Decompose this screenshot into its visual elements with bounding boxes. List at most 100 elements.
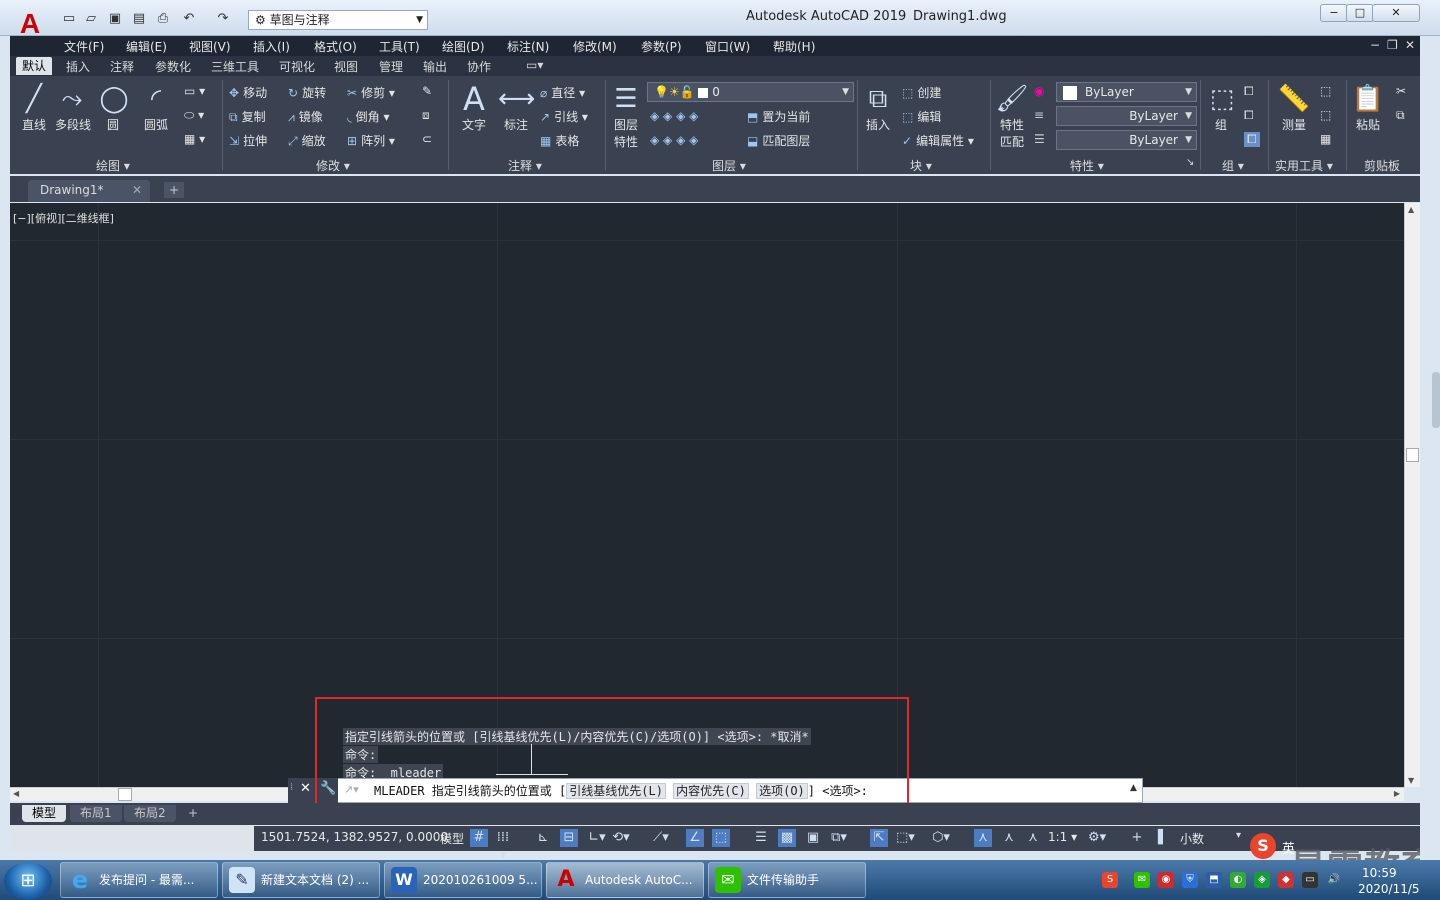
scroll-up-icon[interactable]: ▲ — [1408, 205, 1414, 214]
panel-label-groups[interactable]: 组 ▾ — [1222, 157, 1244, 174]
panel-label-block[interactable]: 块 ▾ — [910, 157, 932, 174]
grid-icon[interactable]: # — [470, 829, 488, 847]
taskbar-item-word[interactable]: W 202010261009 5... — [384, 862, 542, 898]
scroll-right-icon[interactable]: ▶ — [1394, 789, 1400, 798]
erase-icon[interactable]: ✎ — [422, 84, 432, 98]
tab-model[interactable]: 模型 — [22, 805, 67, 822]
annotation-visibility-icon[interactable]: ⋏ — [974, 829, 992, 847]
menu-edit[interactable]: 编辑(E) — [126, 38, 167, 55]
menu-dimension[interactable]: 标注(N) — [507, 38, 549, 55]
linetype-dropdown[interactable]: ByLayer ▼ — [1056, 106, 1197, 126]
security-tray-icon[interactable]: ⛨ — [1182, 872, 1198, 888]
leader-button[interactable]: ↗ 引线 ▾ — [540, 108, 588, 125]
array-button[interactable]: ⊞ 阵列 ▾ — [347, 132, 395, 149]
scroll-down-icon[interactable]: ▼ — [1408, 776, 1414, 785]
snap-icon[interactable]: ⁞⁞⁞▾ — [494, 829, 512, 863]
lineweight-dropdown[interactable]: ByLayer ▼ — [1056, 130, 1197, 150]
menu-insert[interactable]: 插入(I) — [253, 38, 290, 55]
cut-icon[interactable]: ✂ — [1396, 84, 1406, 98]
edit-attributes-button[interactable]: ✓ 编辑属性 ▾ — [902, 132, 974, 149]
layer-tools-row1-icons[interactable]: ◈ ◈ ◈ ◈ — [650, 109, 698, 123]
select-all-icon[interactable]: ⬚ — [1320, 108, 1331, 122]
tab-layout1[interactable]: 布局1 — [70, 805, 122, 822]
text-button[interactable]: A 文字 — [456, 82, 492, 133]
selection-cycling-icon[interactable]: ▣ — [804, 829, 822, 847]
model-space-toggle[interactable]: 模型 — [440, 830, 464, 847]
panel-label-clipboard[interactable]: 剪贴板 — [1364, 157, 1400, 174]
menu-modify[interactable]: 修改(M) — [573, 38, 617, 55]
menu-view[interactable]: 视图(V) — [189, 38, 231, 55]
panel-label-draw[interactable]: 绘图 ▾ — [96, 157, 130, 174]
diameter-button[interactable]: ⌀ 直径 ▾ — [540, 84, 585, 101]
minimize-button[interactable]: − — [1320, 4, 1348, 22]
print-icon[interactable]: ⎙ — [154, 11, 172, 27]
network-drive-tray-icon[interactable]: ⬒ — [1206, 872, 1222, 888]
polyline-button[interactable]: ⤳ 多段线 — [54, 82, 92, 133]
hscroll-thumb[interactable] — [118, 788, 132, 801]
menu-parametric[interactable]: 参数(P) — [641, 38, 682, 55]
taskbar-item-notepad[interactable]: ✎ 新建文本文档 (2) ... — [222, 862, 380, 898]
transparency-icon[interactable]: ▩ — [778, 829, 796, 847]
redo-icon[interactable]: ↷ — [214, 11, 232, 27]
ungroup-icon[interactable]: ⧠ — [1244, 84, 1254, 99]
copy-button[interactable]: ⧉ 复制 — [229, 108, 266, 125]
group-button[interactable]: ⬚ 组 — [1204, 82, 1238, 133]
explode-icon[interactable]: ⊂ — [422, 132, 432, 146]
fillet-button[interactable]: ◟ 倒角 ▾ — [347, 108, 390, 125]
vertical-scrollbar[interactable]: ▲ ▼ — [1404, 203, 1420, 787]
panel-label-properties[interactable]: 特性 ▾ — [1070, 157, 1104, 174]
menu-help[interactable]: 帮助(H) — [773, 38, 815, 55]
tab-visualize[interactable]: 可视化 — [273, 58, 321, 75]
antivirus-tray-icon[interactable]: ◆ — [1278, 872, 1294, 888]
tab-collaborate[interactable]: 协作 — [461, 58, 497, 75]
qq-tray-icon[interactable]: ◐ — [1230, 872, 1246, 888]
clock-time[interactable]: 10:59 — [1362, 866, 1397, 880]
netease-tray-icon[interactable]: ◉ — [1158, 872, 1174, 888]
mirror-button[interactable]: ⩘ 镜像 — [288, 108, 323, 125]
copy-clip-icon[interactable]: ⧉ — [1396, 108, 1405, 123]
rotate-button[interactable]: ↻ 旋转 — [288, 84, 326, 101]
layer-dropdown[interactable]: 💡☀🔓 0 ▼ — [647, 82, 854, 102]
taskbar-item-wechat[interactable]: ✉ 文件传输助手 — [708, 862, 866, 898]
doc-close-icon[interactable]: ✕ — [1405, 38, 1415, 52]
chevron-down-icon[interactable]: ▾ — [1236, 830, 1241, 841]
panel-label-annotation[interactable]: 注释 ▾ — [508, 157, 542, 174]
units-icon[interactable]: ▌ — [1154, 829, 1172, 847]
sogou-tray-icon[interactable]: S — [1102, 872, 1118, 888]
measure-button[interactable]: 📏 测量 — [1276, 82, 1312, 133]
circle-button[interactable]: ◯ 圆 — [96, 82, 130, 133]
doc-restore-icon[interactable]: ❐ — [1387, 38, 1398, 52]
ellipse-icon[interactable]: ⬭ ▾ — [184, 108, 204, 123]
nvidia-tray-icon[interactable]: ◈ — [1254, 872, 1270, 888]
stretch-button[interactable]: ⇲ 拉伸 — [229, 132, 267, 149]
insert-block-button[interactable]: ⧉ 插入 — [860, 82, 896, 133]
set-current-button[interactable]: ⬒ 置为当前 — [747, 108, 810, 125]
clock-date[interactable]: 2020/11/5 — [1358, 882, 1420, 896]
isodraft-icon[interactable]: ⟋▾ — [652, 829, 670, 847]
annotation-scale-dropdown[interactable]: 1:1 ▾ — [1048, 830, 1077, 844]
tab-default[interactable]: 默认 — [16, 57, 53, 75]
new-file-icon[interactable]: ▭ — [60, 11, 78, 27]
group-select-icon[interactable]: ⧠ — [1244, 132, 1260, 147]
color-dropdown[interactable]: ByLayer ▼ — [1056, 82, 1197, 102]
display-tray-icon[interactable]: ▭ — [1302, 872, 1318, 888]
close-button[interactable]: ✕ — [1372, 4, 1420, 22]
panel-launcher-icon[interactable]: ↘ — [1186, 157, 1194, 168]
doc-minimize-icon[interactable]: − — [1370, 38, 1380, 52]
save-as-icon[interactable]: ▤ — [130, 11, 148, 27]
table-button[interactable]: ▦ 表格 — [540, 132, 579, 149]
arc-button[interactable]: ◜ 圆弧 — [138, 82, 174, 133]
layer-properties-button[interactable]: ☰ 图层 特性 — [608, 82, 644, 150]
annotation-monitor-icon[interactable]: + — [1128, 829, 1146, 847]
tab-manage[interactable]: 管理 — [373, 58, 409, 75]
rectangle-icon[interactable]: ▭ ▾ — [184, 84, 205, 98]
menu-draw[interactable]: 绘图(D) — [442, 38, 485, 55]
panel-label-layers[interactable]: 图层 ▾ — [712, 157, 746, 174]
taskbar-item-autocad[interactable]: A Autodesk AutoC... — [546, 862, 704, 898]
menu-format[interactable]: 格式(O) — [314, 38, 357, 55]
dynamic-input-icon[interactable]: ⊟ — [560, 829, 578, 847]
maximize-button[interactable]: □ — [1346, 4, 1374, 22]
tab-insert[interactable]: 插入 — [60, 58, 96, 75]
infer-constraints-icon[interactable]: ⊾ — [534, 829, 552, 847]
panel-label-modify[interactable]: 修改 ▾ — [316, 157, 350, 174]
